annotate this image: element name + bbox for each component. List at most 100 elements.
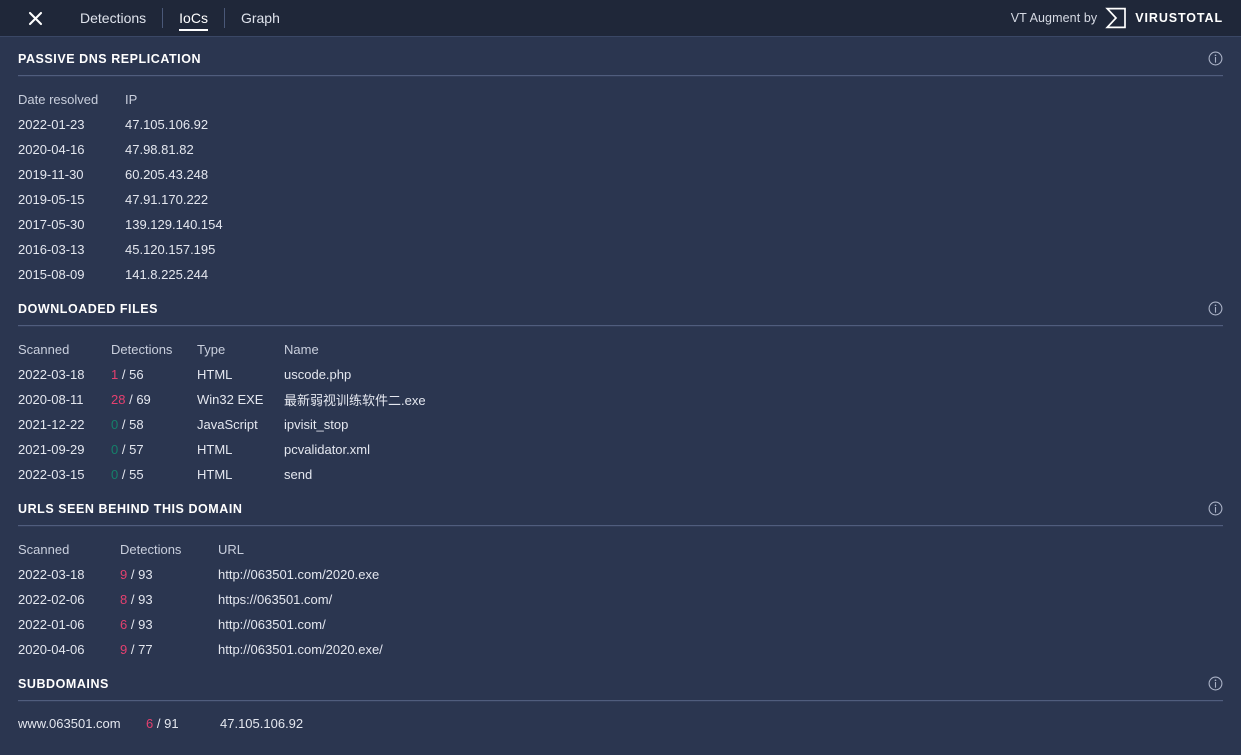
cell-name: 最新弱视训练软件二.exe <box>284 387 784 412</box>
brand-name: VIRUSTOTAL <box>1135 11 1223 25</box>
cell-ip: 47.98.81.82 <box>125 137 525 162</box>
cell-url: http://063501.com/2020.exe <box>218 562 818 587</box>
section-divider <box>18 525 1223 527</box>
info-icon[interactable] <box>1208 51 1223 66</box>
cell-name: ipvisit_stop <box>284 412 784 437</box>
cell-ip: 47.91.170.222 <box>125 187 525 212</box>
table-row[interactable]: 2019-05-15 47.91.170.222 <box>18 187 525 212</box>
cell-date: 2016-03-13 <box>18 237 125 262</box>
column-header-ip: IP <box>125 86 525 112</box>
detection-total: / 93 <box>131 617 153 632</box>
table-header-row: Scanned Detections URL <box>18 536 818 562</box>
tab-iocs[interactable]: IoCs <box>163 0 224 36</box>
section-subdomains-header: SUBDOMAINS <box>18 662 1223 691</box>
brand-prefix: VT Augment by <box>1011 11 1098 25</box>
table-row[interactable]: 2022-01-06 6 / 93 http://063501.com/ <box>18 612 818 637</box>
tab-graph-label: Graph <box>241 10 280 26</box>
table-row[interactable]: 2020-04-16 47.98.81.82 <box>18 137 525 162</box>
section-divider <box>18 700 1223 702</box>
cell-ip: 47.105.106.92 <box>220 711 620 736</box>
cell-subdomain: www.063501.com <box>18 711 146 736</box>
cell-date: 2015-08-09 <box>18 262 125 287</box>
table-row[interactable]: 2020-08-11 28 / 69 Win32 EXE 最新弱视训练软件二.e… <box>18 387 784 412</box>
cell-url: http://063501.com/ <box>218 612 818 637</box>
tab-bar: Detections IoCs Graph <box>64 0 296 36</box>
cell-detections: 0 / 55 <box>111 462 197 487</box>
virustotal-logo-icon <box>1105 7 1127 29</box>
column-header-url: URL <box>218 536 818 562</box>
column-header-date-resolved: Date resolved <box>18 86 125 112</box>
detection-total: / 55 <box>122 467 144 482</box>
cell-url: http://063501.com/2020.exe/ <box>218 637 818 662</box>
table-row[interactable]: 2021-09-29 0 / 57 HTML pcvalidator.xml <box>18 437 784 462</box>
cell-date: 2019-11-30 <box>18 162 125 187</box>
section-urls-header: URLS SEEN BEHIND THIS DOMAIN <box>18 487 1223 516</box>
table-row[interactable]: 2022-03-15 0 / 55 HTML send <box>18 462 784 487</box>
section-passive-dns-title: PASSIVE DNS REPLICATION <box>18 52 201 66</box>
cell-type: HTML <box>197 462 284 487</box>
urls-table: Scanned Detections URL 2022-03-18 9 / 93… <box>18 536 818 662</box>
detection-total: / 91 <box>157 716 179 731</box>
column-header-scanned: Scanned <box>18 336 111 362</box>
detection-count: 28 <box>111 392 125 407</box>
table-row[interactable]: www.063501.com 6 / 91 47.105.106.92 <box>18 711 620 736</box>
table-row[interactable]: 2015-08-09 141.8.225.244 <box>18 262 525 287</box>
table-row[interactable]: 2021-12-22 0 / 58 JavaScript ipvisit_sto… <box>18 412 784 437</box>
cell-type: JavaScript <box>197 412 284 437</box>
tab-iocs-label: IoCs <box>179 10 208 31</box>
section-downloaded-files: DOWNLOADED FILES Scanned Detections Type… <box>0 287 1241 487</box>
top-bar: Detections IoCs Graph VT Augment by VIRU… <box>0 0 1241 37</box>
cell-detections: 8 / 93 <box>120 587 218 612</box>
section-downloaded-files-header: DOWNLOADED FILES <box>18 287 1223 316</box>
section-subdomains: SUBDOMAINS www.063501.com 6 / 91 47.105.… <box>0 662 1241 736</box>
section-passive-dns-header: PASSIVE DNS REPLICATION <box>18 37 1223 66</box>
cell-detections: 6 / 93 <box>120 612 218 637</box>
detection-total: / 77 <box>131 642 153 657</box>
column-header-type: Type <box>197 336 284 362</box>
passive-dns-table: Date resolved IP 2022-01-23 47.105.106.9… <box>18 86 525 287</box>
cell-type: HTML <box>197 437 284 462</box>
cell-scanned: 2020-04-06 <box>18 637 120 662</box>
table-row[interactable]: 2020-04-06 9 / 77 http://063501.com/2020… <box>18 637 818 662</box>
table-row[interactable]: 2019-11-30 60.205.43.248 <box>18 162 525 187</box>
cell-date: 2019-05-15 <box>18 187 125 212</box>
cell-date: 2022-01-23 <box>18 112 125 137</box>
table-row[interactable]: 2016-03-13 45.120.157.195 <box>18 237 525 262</box>
cell-scanned: 2021-09-29 <box>18 437 111 462</box>
tab-detections[interactable]: Detections <box>64 0 162 36</box>
table-row[interactable]: 2022-03-18 1 / 56 HTML uscode.php <box>18 362 784 387</box>
table-row[interactable]: 2017-05-30 139.129.140.154 <box>18 212 525 237</box>
section-passive-dns: PASSIVE DNS REPLICATION Date resolved IP <box>0 37 1241 287</box>
tab-graph[interactable]: Graph <box>225 0 296 36</box>
cell-ip: 47.105.106.92 <box>125 112 525 137</box>
section-urls: URLS SEEN BEHIND THIS DOMAIN Scanned Det… <box>0 487 1241 662</box>
table-row[interactable]: 2022-03-18 9 / 93 http://063501.com/2020… <box>18 562 818 587</box>
section-divider <box>18 325 1223 327</box>
downloaded-files-table: Scanned Detections Type Name 2022-03-18 … <box>18 336 784 487</box>
info-icon[interactable] <box>1208 676 1223 691</box>
detection-total: / 93 <box>131 592 153 607</box>
info-icon[interactable] <box>1208 501 1223 516</box>
cell-ip: 141.8.225.244 <box>125 262 525 287</box>
cell-scanned: 2022-03-15 <box>18 462 111 487</box>
cell-scanned: 2022-03-18 <box>18 562 120 587</box>
column-header-name: Name <box>284 336 784 362</box>
table-row[interactable]: 2022-02-06 8 / 93 https://063501.com/ <box>18 587 818 612</box>
column-header-scanned: Scanned <box>18 536 120 562</box>
column-header-detections: Detections <box>111 336 197 362</box>
table-row[interactable]: 2022-01-23 47.105.106.92 <box>18 112 525 137</box>
section-urls-title: URLS SEEN BEHIND THIS DOMAIN <box>18 502 242 516</box>
cell-detections: 6 / 91 <box>146 711 220 736</box>
close-button[interactable] <box>18 0 52 36</box>
table-header-row: Scanned Detections Type Name <box>18 336 784 362</box>
section-divider <box>18 75 1223 77</box>
info-icon[interactable] <box>1208 301 1223 316</box>
cell-detections: 9 / 77 <box>120 637 218 662</box>
cell-date: 2017-05-30 <box>18 212 125 237</box>
brand: VT Augment by VIRUSTOTAL <box>1011 0 1223 36</box>
detection-total: / 93 <box>131 567 153 582</box>
cell-type: Win32 EXE <box>197 387 284 412</box>
table-header-row: Date resolved IP <box>18 86 525 112</box>
cell-detections: 0 / 58 <box>111 412 197 437</box>
cell-scanned: 2021-12-22 <box>18 412 111 437</box>
